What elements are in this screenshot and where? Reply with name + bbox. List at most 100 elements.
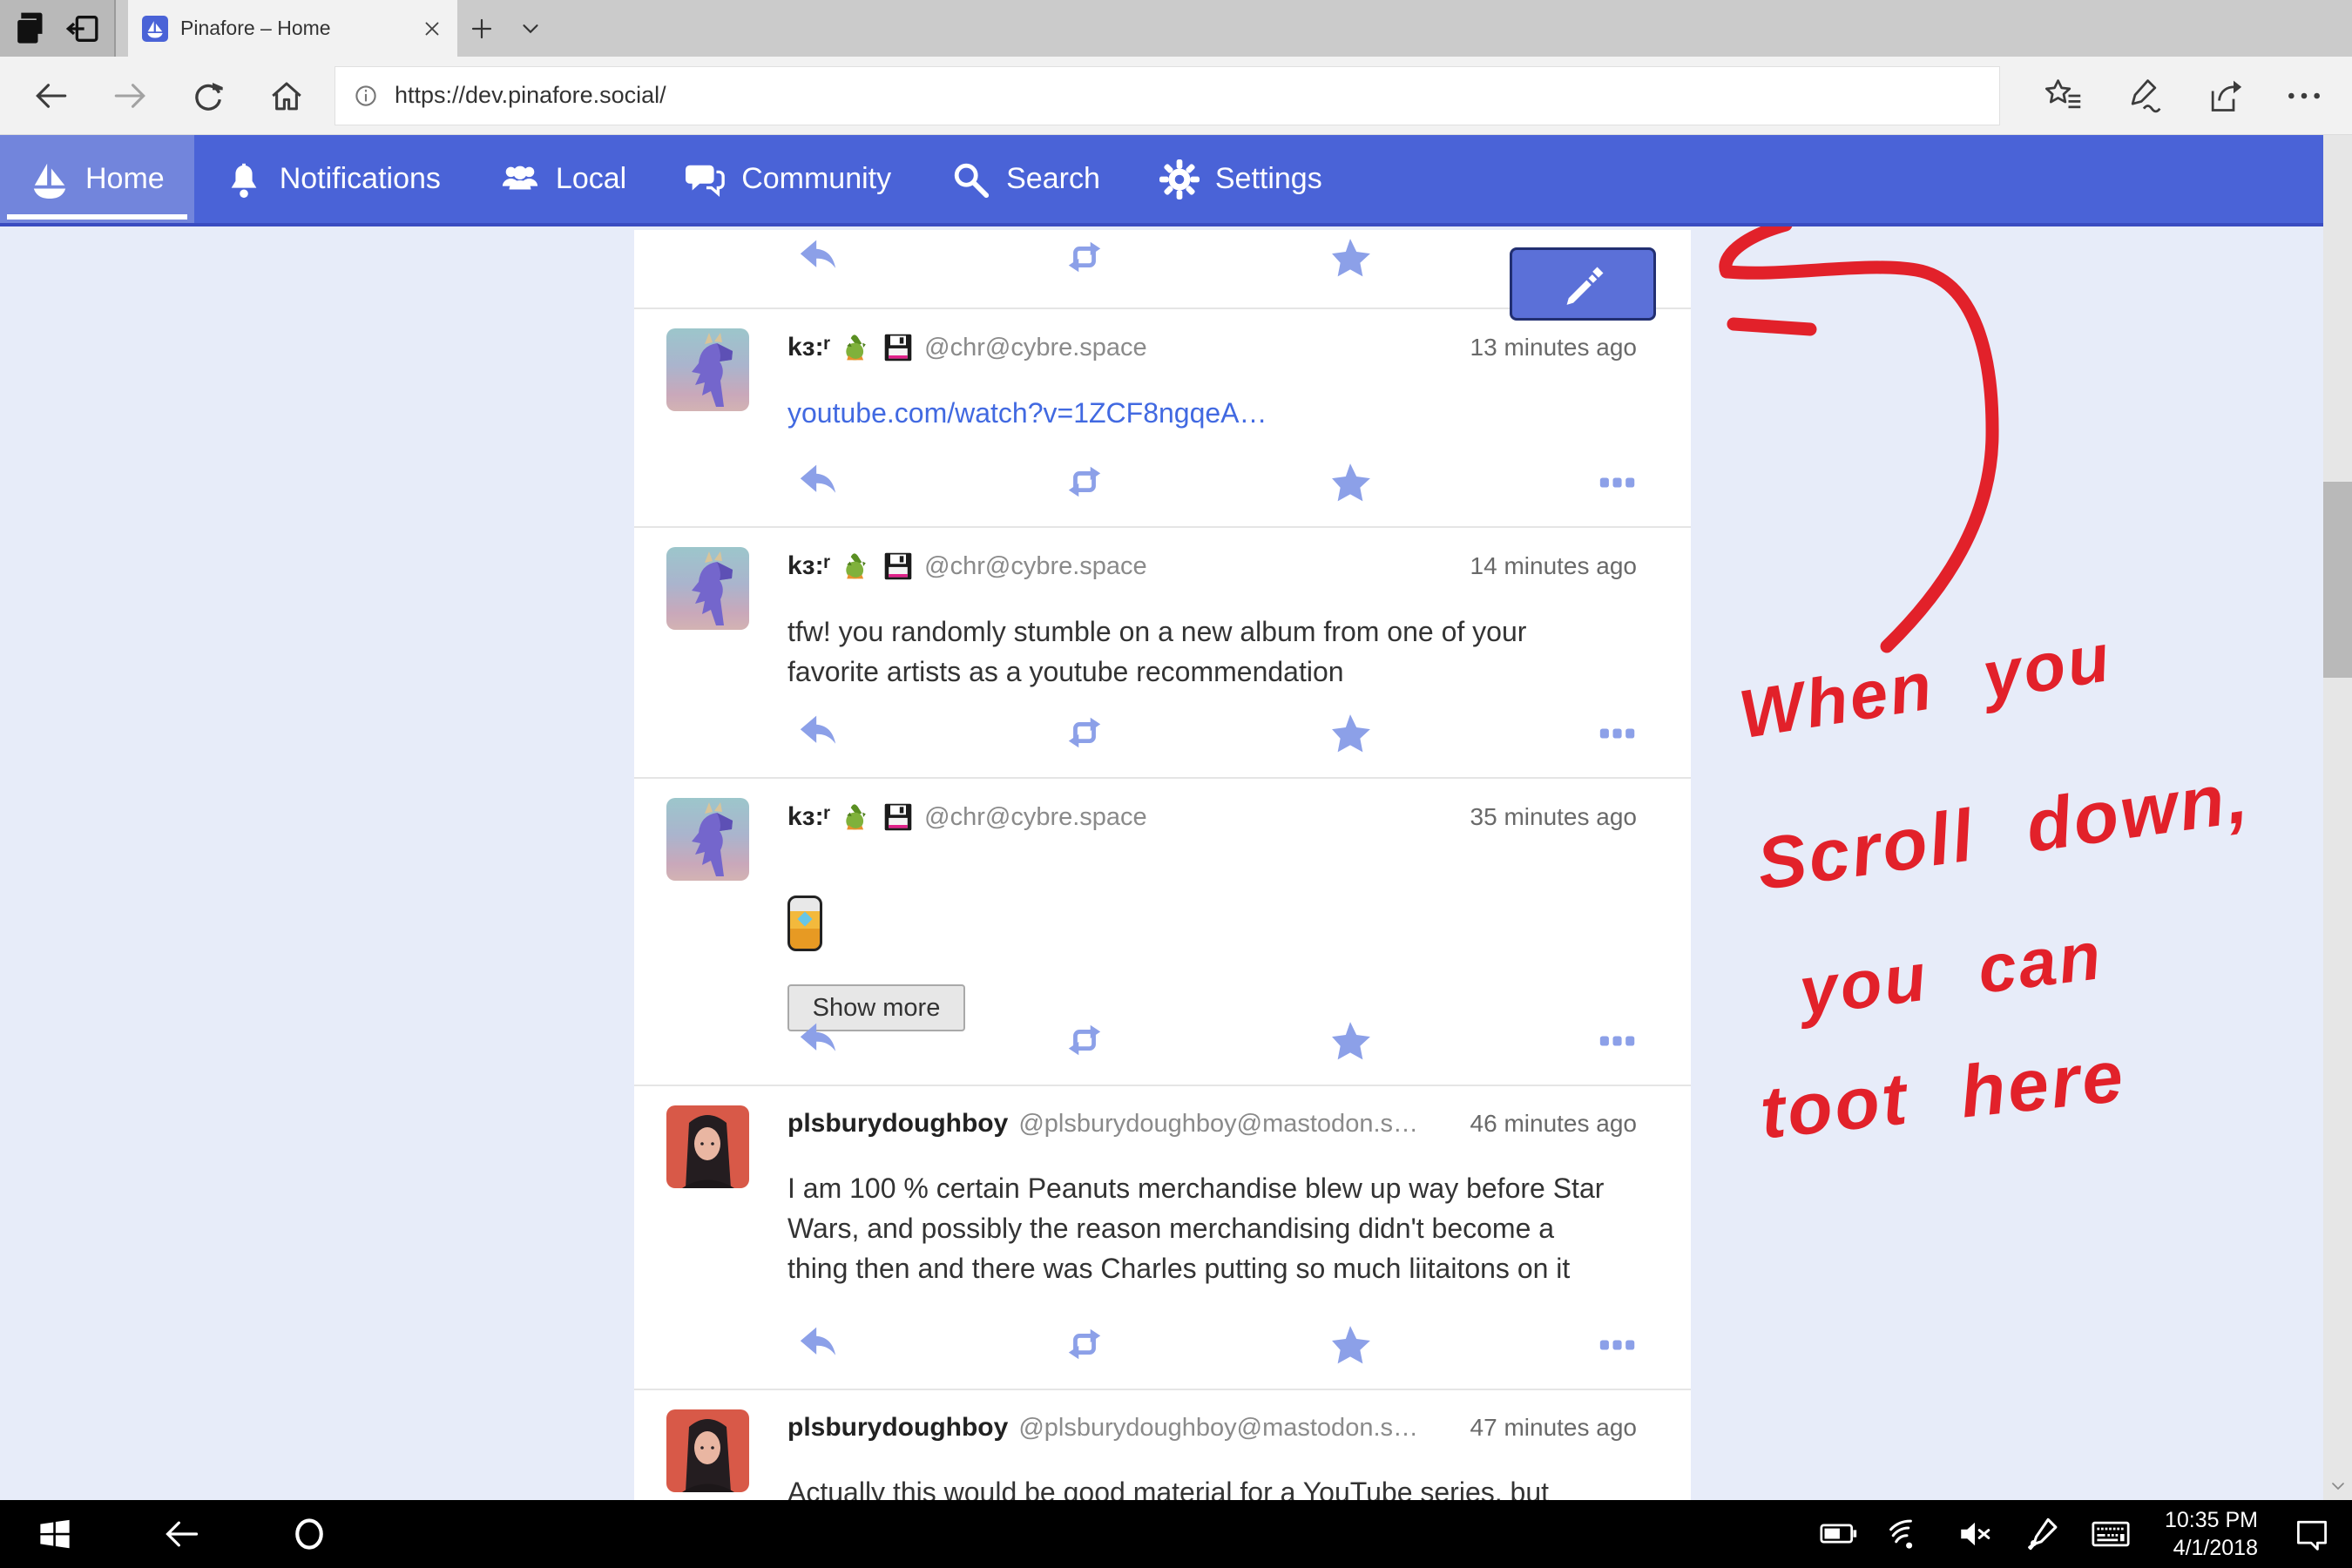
compose-toot-button[interactable]: [1510, 247, 1656, 321]
account-handle[interactable]: @plsburydoughboy@mastodon.s…: [1018, 1110, 1418, 1139]
home-timeline: kз:ʳ @chr@cybre.space 13 minutes ago you…: [634, 230, 1691, 1500]
reply-icon[interactable]: [797, 1324, 839, 1362]
timestamp[interactable]: 47 minutes ago: [1470, 1414, 1647, 1442]
taskbar-clock[interactable]: 10:35 PM 4/1/2018: [2156, 1506, 2267, 1562]
boost-icon[interactable]: [1063, 713, 1106, 753]
display-name[interactable]: kз:ʳ: [787, 802, 830, 832]
favorite-star-icon[interactable]: [1328, 1020, 1372, 1064]
site-info-icon[interactable]: [351, 81, 381, 111]
share-icon[interactable]: [2197, 69, 2251, 123]
avatar[interactable]: [666, 328, 749, 411]
tab-actions: [0, 0, 116, 57]
clock-time: 10:35 PM: [2165, 1506, 2258, 1534]
toot: kз:ʳ @chr@cybre.space 35 minutes ago Sho…: [634, 779, 1691, 1086]
more-options-icon[interactable]: [1598, 1324, 1637, 1352]
chat-bubbles-icon: [686, 159, 726, 199]
toot-text: Actually this would be good material for…: [787, 1472, 1647, 1500]
person-avatar-image: [666, 1105, 749, 1188]
web-note-icon[interactable]: [2117, 69, 2171, 123]
boost-icon[interactable]: [1063, 237, 1106, 277]
boost-icon[interactable]: [1063, 1020, 1106, 1060]
timestamp[interactable]: 14 minutes ago: [1470, 552, 1647, 580]
browser-tab-bar: Pinafore – Home: [0, 0, 2352, 57]
browser-address-bar: https://dev.pinafore.social/: [0, 57, 2352, 135]
more-menu-icon[interactable]: [2277, 69, 2331, 123]
nav-item-local[interactable]: Local: [470, 135, 656, 223]
close-tab-icon[interactable]: [421, 17, 443, 40]
reply-icon[interactable]: [797, 1020, 839, 1058]
nav-item-search[interactable]: Search: [921, 135, 1130, 223]
floppy-disk-emoji: [882, 801, 914, 833]
person-avatar-image: [666, 1409, 749, 1492]
account-handle[interactable]: @chr@cybre.space: [924, 552, 1147, 581]
volume-muted-icon[interactable]: [1952, 1511, 1997, 1557]
display-name[interactable]: plsburydoughboy: [787, 1413, 1008, 1443]
timestamp[interactable]: 13 minutes ago: [1470, 334, 1647, 362]
back-icon[interactable]: [24, 69, 78, 123]
nav-item-notifications[interactable]: Notifications: [194, 135, 470, 223]
avatar[interactable]: [666, 798, 749, 881]
nav-item-home[interactable]: Home: [0, 135, 194, 223]
reply-icon[interactable]: [797, 713, 839, 751]
windows-taskbar: 10:35 PM 4/1/2018: [0, 1500, 2352, 1568]
favorite-star-icon[interactable]: [1328, 237, 1372, 280]
home-icon[interactable]: [260, 69, 314, 123]
boost-icon[interactable]: [1063, 462, 1106, 502]
reply-icon[interactable]: [797, 462, 839, 500]
set-tabs-aside-icon[interactable]: [63, 9, 103, 49]
display-name[interactable]: kз:ʳ: [787, 333, 830, 362]
touch-keyboard-icon[interactable]: [2088, 1511, 2133, 1557]
cortana-icon[interactable]: [270, 1500, 348, 1568]
display-name[interactable]: plsburydoughboy: [787, 1109, 1008, 1139]
taskbar-back-icon[interactable]: [143, 1500, 221, 1568]
nav-label: Settings: [1215, 162, 1322, 196]
more-options-icon[interactable]: [1598, 462, 1637, 490]
toot-text: I am 100 % certain Peanuts merchandise b…: [787, 1168, 1647, 1288]
new-tab-icon[interactable]: [457, 0, 506, 57]
scrollbar-thumb[interactable]: [2323, 482, 2352, 678]
avatar[interactable]: [666, 1105, 749, 1188]
forward-icon[interactable]: [103, 69, 157, 123]
nav-item-community[interactable]: Community: [656, 135, 921, 223]
toot-link[interactable]: youtube.com/watch?v=1ZCF8ngqeA…: [787, 397, 1267, 429]
nav-label: Local: [556, 162, 626, 196]
account-handle[interactable]: @plsburydoughboy@mastodon.s…: [1018, 1414, 1418, 1443]
clock-date: 4/1/2018: [2165, 1534, 2258, 1562]
toot-text: tfw! you randomly stumble on a new album…: [787, 612, 1647, 692]
wifi-icon[interactable]: [1884, 1511, 1930, 1557]
pinafore-page: kз:ʳ @chr@cybre.space 13 minutes ago you…: [0, 230, 2352, 1500]
action-center-icon[interactable]: [2289, 1511, 2335, 1557]
refresh-icon[interactable]: [181, 69, 235, 123]
display-name[interactable]: kз:ʳ: [787, 551, 830, 581]
timestamp[interactable]: 35 minutes ago: [1470, 803, 1647, 831]
pen-settings-icon[interactable]: [2020, 1511, 2065, 1557]
avatar[interactable]: [666, 547, 749, 630]
floppy-disk-emoji: [882, 332, 914, 363]
battery-icon[interactable]: [1816, 1511, 1862, 1557]
nav-item-settings[interactable]: Settings: [1130, 135, 1352, 223]
boost-icon[interactable]: [1063, 1324, 1106, 1364]
more-options-icon[interactable]: [1598, 713, 1637, 740]
browser-tab[interactable]: Pinafore – Home: [128, 0, 457, 57]
account-handle[interactable]: @chr@cybre.space: [924, 334, 1147, 362]
toot: plsburydoughboy @plsburydoughboy@mastodo…: [634, 1086, 1691, 1390]
floppy-disk-emoji: [882, 551, 914, 582]
start-button-icon[interactable]: [16, 1500, 94, 1568]
favorite-star-icon[interactable]: [1328, 462, 1372, 505]
reply-icon[interactable]: [797, 237, 839, 275]
favorites-hub-icon[interactable]: [2037, 69, 2091, 123]
beverage-jar-emoji: [787, 896, 822, 951]
timestamp[interactable]: 46 minutes ago: [1470, 1110, 1647, 1138]
avatar[interactable]: [666, 1409, 749, 1492]
dragon-emoji: [841, 332, 872, 363]
favorite-star-icon[interactable]: [1328, 1324, 1372, 1368]
people-icon: [500, 159, 540, 199]
scrollbar-down-icon[interactable]: [2323, 1476, 2352, 1497]
browser-scrollbar[interactable]: [2323, 135, 2352, 1500]
favorite-star-icon[interactable]: [1328, 713, 1372, 756]
tab-list-chevron-icon[interactable]: [506, 0, 555, 57]
more-options-icon[interactable]: [1598, 1020, 1637, 1048]
url-input[interactable]: https://dev.pinafore.social/: [335, 66, 2000, 125]
tab-preview-icon[interactable]: [11, 9, 51, 49]
account-handle[interactable]: @chr@cybre.space: [924, 803, 1147, 832]
